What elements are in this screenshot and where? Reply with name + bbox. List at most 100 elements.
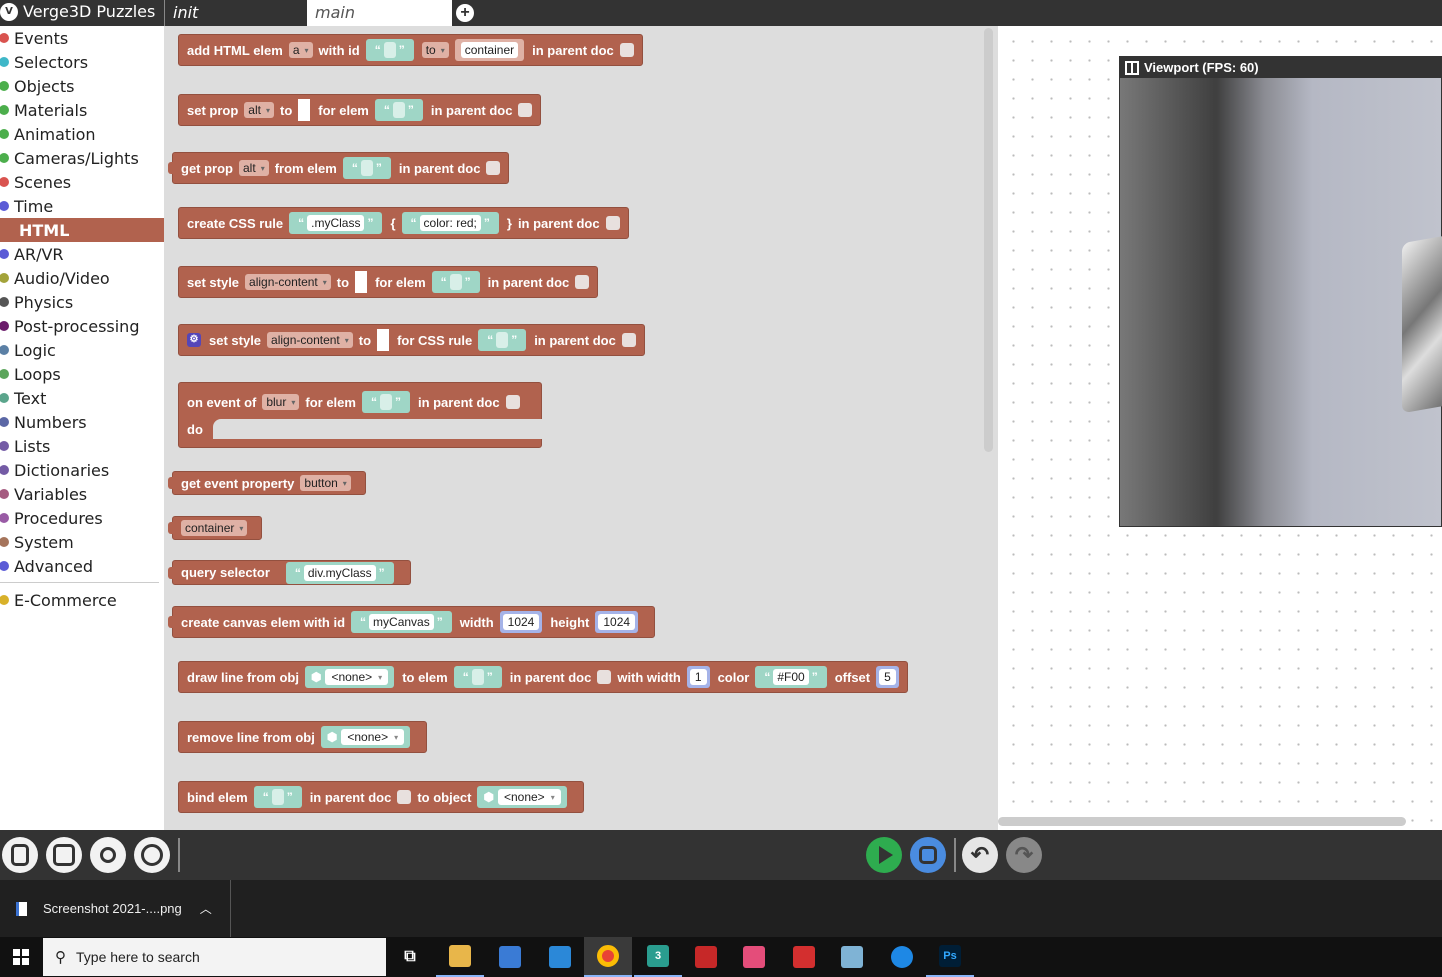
sidebar-item-logic[interactable]: Logic (0, 338, 164, 362)
height-number-input[interactable]: 1024 (595, 611, 639, 633)
store-icon[interactable] (486, 937, 534, 977)
workspace-horizontal-scrollbar[interactable] (998, 817, 1406, 826)
chrome-icon[interactable] (584, 937, 632, 977)
chevron-up-icon[interactable]: ︿ (200, 900, 212, 917)
style-dropdown[interactable]: align-content (245, 274, 331, 290)
offset-number-input[interactable]: 5 (876, 666, 899, 688)
parent-doc-checkbox[interactable] (505, 395, 520, 409)
download-item[interactable]: Screenshot 2021-....png ︿ (0, 880, 231, 937)
block-get-prop[interactable]: get prop alt from elem “” in parent doc (168, 152, 510, 184)
container-slot[interactable]: container (454, 39, 525, 61)
parent-doc-checkbox[interactable] (397, 790, 412, 804)
id-string-input[interactable]: “” (365, 39, 414, 61)
parent-doc-checkbox[interactable] (597, 670, 612, 684)
file-explorer-icon[interactable] (436, 937, 484, 977)
sidebar-item-post-processing[interactable]: Post-processing (0, 314, 164, 338)
target-icon[interactable] (134, 837, 170, 873)
viewport-canvas[interactable] (1120, 78, 1442, 526)
sidebar-item-variables[interactable]: Variables (0, 482, 164, 506)
element-type-dropdown[interactable]: a (288, 42, 313, 58)
parent-doc-checkbox[interactable] (575, 275, 590, 289)
acrobat-icon[interactable] (780, 937, 828, 977)
block-get-event-property[interactable]: get event property button (168, 471, 366, 495)
sidebar-item-lists[interactable]: Lists (0, 434, 164, 458)
id-string-input[interactable]: “myCanvas” (351, 611, 452, 633)
object-selector[interactable]: ⬢ <none> (477, 786, 567, 808)
sidebar-item-text[interactable]: Text (0, 386, 164, 410)
block-create-css-rule[interactable]: create CSS rule “.myClass” { “color: red… (178, 207, 629, 239)
property-dropdown[interactable]: alt (244, 102, 274, 118)
tab-init[interactable]: init (164, 0, 307, 26)
block-set-style[interactable]: set style align-content to for elem “” i… (178, 266, 599, 298)
photoshop-icon[interactable]: Ps (926, 937, 974, 977)
block-remove-line[interactable]: remove line from obj ⬢ <none> (178, 721, 428, 753)
3dsmax-icon[interactable]: 3 (634, 937, 682, 977)
sidebar-item-system[interactable]: System (0, 530, 164, 554)
sidebar-item-audio-video[interactable]: Audio/Video (0, 266, 164, 290)
block-container[interactable]: container (168, 516, 263, 540)
parent-doc-checkbox[interactable] (486, 161, 501, 175)
property-dropdown[interactable]: alt (239, 160, 269, 176)
sidebar-item-ar-vr[interactable]: AR/VR (0, 242, 164, 266)
save-icon[interactable] (910, 837, 946, 873)
sidebar-item-numbers[interactable]: Numbers (0, 410, 164, 434)
sidebar-item-e-commerce[interactable]: E-Commerce (0, 588, 164, 612)
sidebar-item-html[interactable]: HTML (0, 218, 164, 242)
block-on-event[interactable]: on event of blur for elem “” in parent d… (178, 382, 543, 448)
css-string-input[interactable]: “color: red;” (401, 212, 499, 234)
block-create-canvas[interactable]: create canvas elem with id “myCanvas” wi… (168, 606, 656, 638)
selector-string-input[interactable]: “.myClass” (289, 212, 383, 234)
value-input-slot[interactable] (355, 271, 368, 293)
vpn-icon[interactable] (878, 937, 926, 977)
selector-string-input[interactable]: “div.myClass” (285, 561, 394, 584)
undo-icon[interactable]: ↶ (962, 837, 998, 873)
value-input-slot[interactable] (298, 99, 311, 121)
sidebar-item-objects[interactable]: Objects (0, 74, 164, 98)
sidebar-item-scenes[interactable]: Scenes (0, 170, 164, 194)
sidebar-item-events[interactable]: Events (0, 26, 164, 50)
sidebar-item-dictionaries[interactable]: Dictionaries (0, 458, 164, 482)
elem-string-input[interactable]: “” (374, 99, 423, 121)
rule-string-input[interactable]: “” (478, 329, 527, 351)
width-number-input[interactable]: 1024 (499, 611, 543, 633)
sidebar-item-time[interactable]: Time (0, 194, 164, 218)
width-number-input[interactable]: 1 (686, 666, 710, 688)
style-dropdown[interactable]: align-content (267, 332, 353, 348)
viewport-titlebar[interactable]: Viewport (FPS: 60) (1120, 57, 1441, 78)
add-tab-icon[interactable]: + (456, 4, 474, 22)
sidebar-item-selectors[interactable]: Selectors (0, 50, 164, 74)
panel-toggle-icon[interactable] (1125, 60, 1139, 75)
sketchup-icon[interactable] (682, 937, 730, 977)
elem-string-input[interactable]: “” (453, 666, 502, 688)
log-icon[interactable] (2, 837, 38, 873)
block-query-selector[interactable]: query selector “div.myClass” (168, 560, 411, 585)
library-icon[interactable] (46, 837, 82, 873)
elem-string-input[interactable]: “” (253, 786, 302, 808)
parent-doc-checkbox[interactable] (518, 103, 533, 117)
block-set-prop[interactable]: set prop alt to for elem “” in parent do… (178, 94, 542, 126)
redo-icon[interactable]: ↷ (1006, 837, 1042, 873)
sidebar-item-animation[interactable]: Animation (0, 122, 164, 146)
event-dropdown[interactable]: blur (262, 394, 300, 410)
sidebar-item-cameras-lights[interactable]: Cameras/Lights (0, 146, 164, 170)
workspace-vertical-scrollbar[interactable] (984, 28, 993, 452)
creative-cloud-icon[interactable] (730, 937, 778, 977)
block-set-style-css-rule[interactable]: ⚙ set style align-content to for CSS rul… (178, 324, 645, 356)
sidebar-item-advanced[interactable]: Advanced (0, 554, 164, 578)
elem-string-input[interactable]: “” (361, 391, 410, 413)
windows-start-icon[interactable] (0, 937, 42, 977)
sidebar-item-loops[interactable]: Loops (0, 362, 164, 386)
play-icon[interactable] (866, 837, 902, 873)
block-add-html-elem[interactable]: add HTML elem a with id “” to container … (178, 34, 643, 66)
block-draw-line[interactable]: draw line from obj ⬢<none> to elem “” in… (178, 661, 908, 693)
do-statement-slot[interactable] (212, 419, 543, 439)
camera-icon[interactable] (90, 837, 126, 873)
notepad-icon[interactable] (828, 937, 876, 977)
value-input-slot[interactable] (377, 329, 390, 351)
sidebar-item-procedures[interactable]: Procedures (0, 506, 164, 530)
parent-doc-checkbox[interactable] (619, 43, 634, 57)
sidebar-item-physics[interactable]: Physics (0, 290, 164, 314)
object-selector[interactable]: ⬢ <none> (304, 666, 395, 688)
object-selector[interactable]: ⬢ <none> (320, 726, 411, 748)
taskbar-search[interactable]: ⚲ Type here to search (43, 938, 386, 976)
